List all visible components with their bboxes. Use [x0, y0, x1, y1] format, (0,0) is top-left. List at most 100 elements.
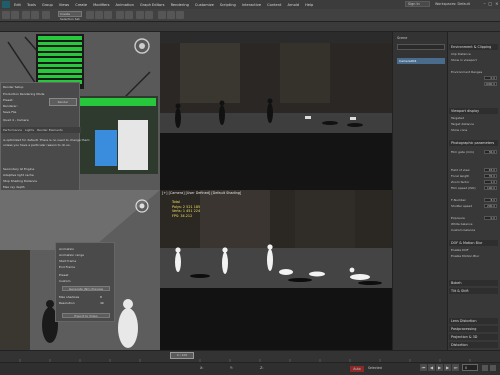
key-filter[interactable]: Selected: [368, 366, 382, 370]
menu-edit[interactable]: Edit: [14, 3, 21, 7]
view-to-render-value[interactable]: Quad 4 - Camera: [3, 118, 29, 122]
generate-preview-button[interactable]: Generate (NC) Preview: [62, 286, 110, 291]
value-zoom[interactable]: 1.0: [484, 180, 497, 184]
viewport-label[interactable]: [+] [Camera] [User Defined] [Default Sha…: [162, 191, 241, 195]
prop-clip-distance[interactable]: Clip Distance: [451, 52, 471, 56]
resolution-value[interactable]: 4K: [100, 301, 104, 305]
tab-lights[interactable]: Lights: [25, 128, 34, 132]
max-shadows-value[interactable]: 8: [100, 295, 102, 299]
target-value[interactable]: Production Rendering Mode: [3, 92, 44, 96]
redo-icon[interactable]: [11, 11, 19, 19]
rollout-viewport-display[interactable]: Viewport display: [449, 108, 498, 114]
workspace-selector[interactable]: Workspaces: Default: [435, 1, 479, 7]
close-icon[interactable]: ×: [495, 1, 498, 7]
adaptive-light-row[interactable]: Adaptive light cache: [3, 173, 34, 177]
maximize-icon[interactable]: □: [488, 1, 492, 7]
menu-tools[interactable]: Tools: [27, 3, 36, 7]
menu-animation[interactable]: Animation: [116, 3, 134, 7]
rollout-bokeh[interactable]: Bokeh: [449, 280, 498, 286]
start-frame-label[interactable]: Start frame: [59, 259, 76, 263]
prop-show-cone[interactable]: Show cone: [451, 128, 467, 132]
value-focal-length[interactable]: 35.0: [484, 174, 497, 178]
stop-shading-row[interactable]: Stop Shading Distance: [3, 179, 37, 183]
timeline-track[interactable]: [0, 350, 500, 363]
go-end-icon[interactable]: ⏭: [452, 364, 459, 371]
value-film-gate[interactable]: 36.0: [484, 150, 497, 154]
animation-range-label[interactable]: Animation range: [59, 253, 84, 257]
rollout-projection[interactable]: Projection & 3D: [449, 334, 498, 340]
move-icon[interactable]: [86, 11, 94, 19]
menu-help[interactable]: Help: [305, 3, 313, 7]
pan-icon[interactable]: [490, 365, 496, 371]
end-frame-label[interactable]: End Frame: [59, 265, 75, 269]
value-iso[interactable]: 100.0: [484, 186, 497, 190]
menu-graph-editors[interactable]: Graph Editors: [140, 3, 165, 7]
material-editor-icon[interactable]: [158, 11, 166, 19]
go-start-icon[interactable]: ⏮: [420, 364, 427, 371]
tab-performance[interactable]: Performance: [3, 128, 22, 132]
menu-views[interactable]: Views: [59, 3, 69, 7]
value-shutter[interactable]: 200.0: [484, 204, 497, 208]
render-button[interactable]: Render: [49, 98, 77, 106]
scale-icon[interactable]: [104, 11, 112, 19]
rollout-lens-distortion[interactable]: Lens Distortion: [449, 318, 498, 324]
link-icon[interactable]: [22, 11, 30, 19]
sign-in-button[interactable]: Sign In: [405, 1, 430, 7]
prop-targeted[interactable]: Targeted: [451, 116, 464, 120]
tab-render-elements[interactable]: Render Elements: [37, 128, 63, 132]
rollout-photographic[interactable]: Photographic parameters: [449, 140, 498, 146]
rollout-distortion[interactable]: Distortion: [449, 342, 498, 348]
mirror-icon[interactable]: [136, 11, 144, 19]
menu-interactive[interactable]: Interactive: [242, 3, 261, 7]
value-clip-far[interactable]: 1000.0: [484, 82, 497, 86]
value-exposure[interactable]: 0.0: [484, 216, 497, 220]
undo-icon[interactable]: [2, 11, 10, 19]
current-frame-input[interactable]: 0: [462, 364, 478, 371]
save-file-checkbox[interactable]: Save File: [3, 110, 16, 114]
coord-x[interactable]: X:: [200, 366, 203, 370]
preset-row[interactable]: Preset: [59, 273, 68, 277]
menu-arnold[interactable]: Arnold: [287, 3, 299, 7]
zoom-icon[interactable]: [482, 365, 488, 371]
prop-enable-mb[interactable]: Enable Motion Blur: [451, 254, 479, 258]
snap-icon[interactable]: [116, 11, 124, 19]
time-slider[interactable]: 0 / 100: [170, 352, 194, 359]
viewport-top-right[interactable]: [160, 43, 392, 190]
coord-y[interactable]: Y:: [230, 366, 233, 370]
selection-set-dropdown[interactable]: Create Selection Set: [58, 11, 82, 21]
prev-frame-icon[interactable]: ◀: [428, 364, 435, 371]
menu-modifiers[interactable]: Modifiers: [93, 3, 109, 7]
menu-scripting[interactable]: Scripting: [220, 3, 236, 7]
render-icon[interactable]: [176, 11, 184, 19]
menu-group[interactable]: Group: [42, 3, 53, 7]
export-video-button[interactable]: Export to Video: [62, 313, 110, 318]
unlink-icon[interactable]: [31, 11, 39, 19]
rollout-dof[interactable]: DOF & Motion Blur: [449, 240, 498, 246]
select-icon[interactable]: [42, 11, 50, 19]
scene-item-selected[interactable]: Camera001: [397, 58, 445, 64]
prop-show-viewport[interactable]: Show in viewport: [451, 58, 477, 62]
max-ray-row[interactable]: Max ray depth: [3, 185, 25, 189]
coord-z[interactable]: Z:: [260, 366, 263, 370]
rotate-icon[interactable]: [95, 11, 103, 19]
play-icon[interactable]: ▶: [436, 364, 443, 371]
angle-snap-icon[interactable]: [125, 11, 133, 19]
menu-content[interactable]: Content: [267, 3, 281, 7]
prop-enable-dof[interactable]: Enable DOF: [451, 248, 469, 252]
prop-custom-balance[interactable]: Custom balance: [451, 228, 475, 232]
auto-key-button[interactable]: Auto: [350, 366, 364, 372]
next-frame-icon[interactable]: ▶: [444, 364, 451, 371]
menu-customize[interactable]: Customize: [195, 3, 214, 7]
rollout-environment[interactable]: Environment & Clipping: [449, 44, 498, 50]
minimize-icon[interactable]: –: [483, 1, 485, 7]
custom-row[interactable]: Custom: [59, 279, 71, 283]
rollout-postprocessing[interactable]: Postprocessing: [449, 326, 498, 332]
menu-rendering[interactable]: Rendering: [171, 3, 189, 7]
render-setup-icon[interactable]: [167, 11, 175, 19]
menu-create[interactable]: Create: [75, 3, 87, 7]
secondary-gi-row[interactable]: Secondary GI Engine: [3, 167, 34, 171]
value-fov[interactable]: 45.0: [484, 168, 497, 172]
value-clip-near[interactable]: 0.0: [484, 76, 497, 80]
value-fnumber[interactable]: 8.0: [484, 198, 497, 202]
prop-white-balance[interactable]: White balance: [451, 222, 473, 226]
